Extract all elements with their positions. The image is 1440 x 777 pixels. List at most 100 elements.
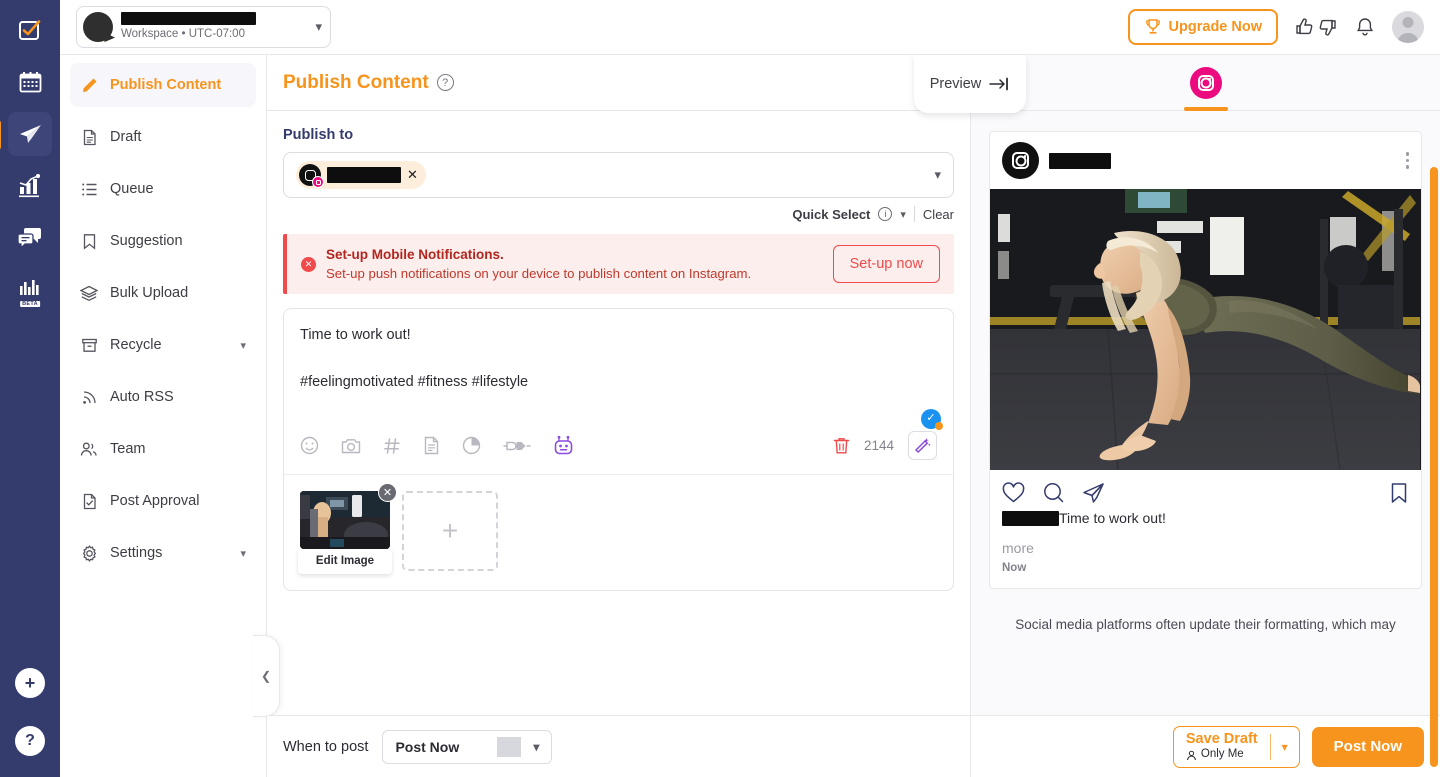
quick-select-label[interactable]: Quick Select: [792, 207, 870, 222]
gear-icon: [80, 544, 98, 562]
preview-disclaimer: Social media platforms often update thei…: [1015, 617, 1396, 632]
save-draft-sub-label: Only Me: [1200, 748, 1244, 761]
trash-icon[interactable]: [833, 437, 850, 455]
preview-scroll-area: Time to work out! more Now Social media …: [971, 111, 1440, 715]
character-count: 2144: [863, 438, 894, 453]
chevron-down-icon: ▾: [240, 547, 246, 560]
active-tab-indicator: [1183, 106, 1228, 111]
sidebar-item-bulk-upload[interactable]: Bulk Upload: [70, 271, 256, 315]
divider: [497, 736, 522, 757]
workspace-selector[interactable]: Workspace • UTC-07:00 ▾: [76, 6, 331, 48]
sidebar-collapse-button[interactable]: ❮: [253, 635, 280, 717]
bell-icon[interactable]: [1354, 16, 1376, 38]
rail-item-publish[interactable]: [0, 112, 52, 156]
rail-item-engage[interactable]: [8, 216, 52, 260]
chevron-down-icon: ▾: [315, 19, 322, 34]
thumbs-down-icon[interactable]: [1316, 16, 1338, 38]
more-vertical-icon[interactable]: [1405, 152, 1409, 169]
rail-item-add[interactable]: +: [8, 661, 52, 705]
sidebar-item-draft[interactable]: Draft: [70, 115, 256, 159]
composer-toolbar: 2144: [284, 421, 953, 475]
media-thumbnail[interactable]: [300, 491, 390, 549]
remove-media-icon[interactable]: ✕: [378, 483, 397, 502]
beta-badge: BETA: [20, 301, 40, 307]
hashtag-icon[interactable]: [383, 437, 401, 455]
rail-item-tasks[interactable]: [8, 8, 52, 52]
sidebar-item-settings[interactable]: Settings ▾: [70, 531, 256, 575]
add-media-button[interactable]: +: [402, 491, 498, 571]
composer-line-2: #feelingmotivated #fitness #lifestyle: [300, 374, 529, 391]
workspace-text: Workspace • UTC-07:00: [121, 12, 301, 41]
sidebar-item-post-approval[interactable]: Post Approval: [70, 479, 256, 523]
feedback-buttons: [1294, 16, 1338, 38]
alert-title: Set-up Mobile Notifications.: [326, 247, 504, 262]
rail-item-help[interactable]: ?: [8, 719, 52, 763]
post-more-link[interactable]: more: [990, 526, 1421, 556]
preview-tab[interactable]: Preview: [914, 55, 1026, 113]
chart-icon[interactable]: [462, 436, 481, 455]
sidebar-label: Auto RSS: [110, 389, 174, 405]
chevron-down-icon[interactable]: ▾: [1271, 740, 1299, 754]
post-timestamp: Now: [1002, 562, 1027, 574]
heart-icon[interactable]: [1002, 482, 1025, 504]
question-mark-icon[interactable]: ?: [436, 74, 454, 91]
save-draft-visibility: Only Me: [1186, 748, 1258, 762]
camera-icon[interactable]: [341, 437, 361, 455]
document-icon[interactable]: [423, 436, 440, 455]
verified-check-icon: ✓: [921, 409, 943, 430]
rail-item-calendar[interactable]: [8, 60, 52, 104]
ai-bot-icon[interactable]: [553, 435, 574, 456]
comment-icon[interactable]: [1042, 482, 1065, 504]
engage-icon: [17, 225, 43, 251]
sidebar-label: Recycle: [110, 337, 162, 353]
sidebar-item-publish-content[interactable]: Publish Content: [70, 63, 256, 107]
account-avatar: [299, 164, 324, 188]
plus-icon: +: [441, 515, 459, 546]
upgrade-now-button[interactable]: Upgrade Now: [1127, 9, 1278, 45]
post-image: [990, 189, 1421, 470]
chevron-down-icon: ▾: [533, 739, 540, 754]
emoji-icon[interactable]: [300, 436, 319, 455]
setup-now-button[interactable]: Set-up now: [832, 245, 940, 283]
rail-item-analytics[interactable]: [8, 164, 52, 208]
sidebar-item-queue[interactable]: Queue: [70, 167, 256, 211]
composer-textarea[interactable]: Time to work out! #feelingmotivated #fit…: [284, 309, 953, 430]
when-to-post-select[interactable]: Post Now ▾: [382, 729, 553, 764]
editor-header: Publish Content ? Preview: [267, 55, 1026, 113]
chevron-down-icon[interactable]: ▾: [900, 208, 906, 221]
publish-icon: [17, 121, 44, 148]
remove-account-icon[interactable]: ✕: [407, 167, 418, 183]
media-thumbnail-wrap: ✕ Edit Image: [298, 483, 397, 574]
top-header-actions: Upgrade Now: [1127, 9, 1424, 45]
sidebar-label: Queue: [110, 181, 154, 197]
sidebar-item-auto-rss[interactable]: Auto RSS: [70, 375, 256, 419]
thumbs-up-icon[interactable]: [1294, 16, 1316, 38]
avatar[interactable]: [1392, 11, 1424, 43]
edit-image-button[interactable]: Edit Image: [298, 549, 392, 574]
caption-text: Time to work out!: [1059, 510, 1166, 526]
selected-account-chip: ✕: [296, 161, 426, 189]
save-draft-button[interactable]: Save Draft Only Me ▾: [1172, 725, 1300, 768]
archive-icon: [80, 336, 98, 354]
rail-item-reports[interactable]: BETA: [8, 268, 52, 312]
clear-button[interactable]: Clear: [923, 207, 954, 222]
layers-icon: [80, 284, 98, 302]
trophy-icon: [1144, 18, 1162, 36]
sidebar-item-team[interactable]: Team: [70, 427, 256, 471]
bookmark-icon[interactable]: [1389, 482, 1409, 504]
tab-instagram[interactable]: [1183, 66, 1228, 111]
editor-footer: When to post Post Now ▾: [267, 715, 970, 777]
sidebar-item-suggestion[interactable]: Suggestion: [70, 219, 256, 263]
sidebar-label: Suggestion: [110, 233, 183, 249]
magic-wand-icon[interactable]: [908, 431, 937, 460]
plug-icon[interactable]: [503, 438, 531, 454]
post-now-button[interactable]: Post Now: [1311, 726, 1424, 767]
document-check-icon: [80, 492, 98, 510]
sidebar-item-recycle[interactable]: Recycle ▾: [70, 323, 256, 367]
info-icon[interactable]: i: [878, 207, 893, 221]
preview-scrollbar[interactable]: [1430, 167, 1438, 767]
share-icon[interactable]: [1082, 482, 1105, 504]
save-draft-label: Save Draft: [1185, 730, 1258, 747]
publish-to-select[interactable]: ✕ ▾: [283, 152, 954, 198]
workspace-name-redacted: [121, 12, 256, 26]
